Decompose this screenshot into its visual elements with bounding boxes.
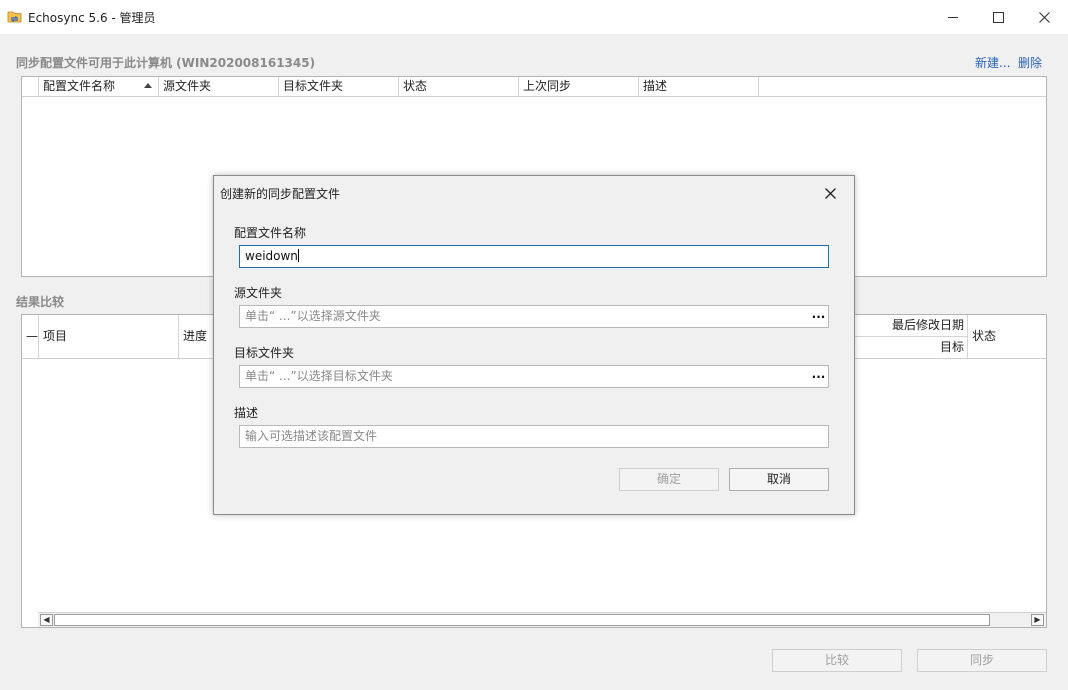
results-section-title: 结果比较 [16, 295, 65, 309]
sort-ascending-icon [144, 83, 152, 88]
text-caret [297, 249, 299, 262]
ok-button[interactable]: 确定 [619, 468, 719, 491]
dialog-title: 创建新的同步配置文件 [220, 187, 341, 201]
new-profile-link[interactable]: 新建... [975, 54, 1010, 71]
compare-button[interactable]: 比较 [772, 649, 902, 672]
description-placeholder: 输入可选描述该配置文件 [245, 429, 378, 443]
profile-name-value: weidown [245, 249, 298, 263]
profile-name-label: 配置文件名称 [234, 226, 307, 240]
dialog-close-button[interactable] [818, 182, 842, 204]
scroll-right-icon[interactable]: ▶ [1031, 614, 1044, 626]
browse-source-button[interactable]: ... [810, 306, 827, 327]
source-folder-input[interactable]: 单击“ ...”以选择源文件夹 ... [239, 305, 829, 328]
source-folder-label: 源文件夹 [234, 286, 283, 300]
target-folder-placeholder: 单击“ ...”以选择目标文件夹 [245, 369, 393, 383]
column-last-modified[interactable]: 最后修改日期 [855, 315, 968, 337]
delete-profile-link[interactable]: 删除 [1018, 54, 1042, 71]
column-profile-name-label: 配置文件名称 [43, 79, 116, 93]
column-result-status[interactable]: 状态 [968, 315, 1046, 359]
scrollbar-thumb[interactable] [54, 614, 990, 626]
cancel-button[interactable]: 取消 [729, 468, 829, 491]
results-row-selector-header: — [22, 315, 39, 359]
minimize-button[interactable] [930, 0, 976, 34]
target-folder-label: 目标文件夹 [234, 346, 295, 360]
column-last-sync[interactable]: 上次同步 [519, 77, 639, 97]
window-title: Echosync 5.6 - 管理员 [28, 11, 156, 25]
browse-target-button[interactable]: ... [810, 366, 827, 387]
sync-folder-icon [7, 10, 22, 24]
profiles-table-header: 配置文件名称 源文件夹 目标文件夹 状态 上次同步 描述 [22, 77, 1046, 97]
horizontal-scrollbar[interactable]: ◀ ▶ [38, 612, 1046, 627]
sync-button[interactable]: 同步 [917, 649, 1047, 672]
profile-name-input[interactable]: weidown [239, 245, 829, 268]
row-selector-header [22, 77, 39, 97]
description-label: 描述 [234, 406, 259, 420]
maximize-button[interactable] [975, 0, 1021, 34]
column-target[interactable]: 目标 [855, 337, 968, 359]
target-folder-input[interactable]: 单击“ ...”以选择目标文件夹 ... [239, 365, 829, 388]
column-status[interactable]: 状态 [399, 77, 519, 97]
close-icon [824, 187, 836, 199]
scroll-left-icon[interactable]: ◀ [40, 614, 53, 626]
column-profile-name[interactable]: 配置文件名称 [39, 77, 159, 97]
column-target-folder[interactable]: 目标文件夹 [279, 77, 399, 97]
new-profile-dialog: 创建新的同步配置文件 配置文件名称 weidown 源文件夹 单击“ ...”以… [213, 175, 855, 515]
column-description[interactable]: 描述 [639, 77, 759, 97]
column-source-folder[interactable]: 源文件夹 [159, 77, 279, 97]
profiles-section-title: 同步配置文件可用于此计算机 (WIN202008161345) [16, 56, 316, 70]
close-window-button[interactable] [1021, 0, 1067, 34]
column-item[interactable]: 项目 [39, 315, 179, 359]
source-folder-placeholder: 单击“ ...”以选择源文件夹 [245, 309, 381, 323]
title-bar: Echosync 5.6 - 管理员 [0, 0, 1068, 34]
description-input[interactable]: 输入可选描述该配置文件 [239, 425, 829, 448]
